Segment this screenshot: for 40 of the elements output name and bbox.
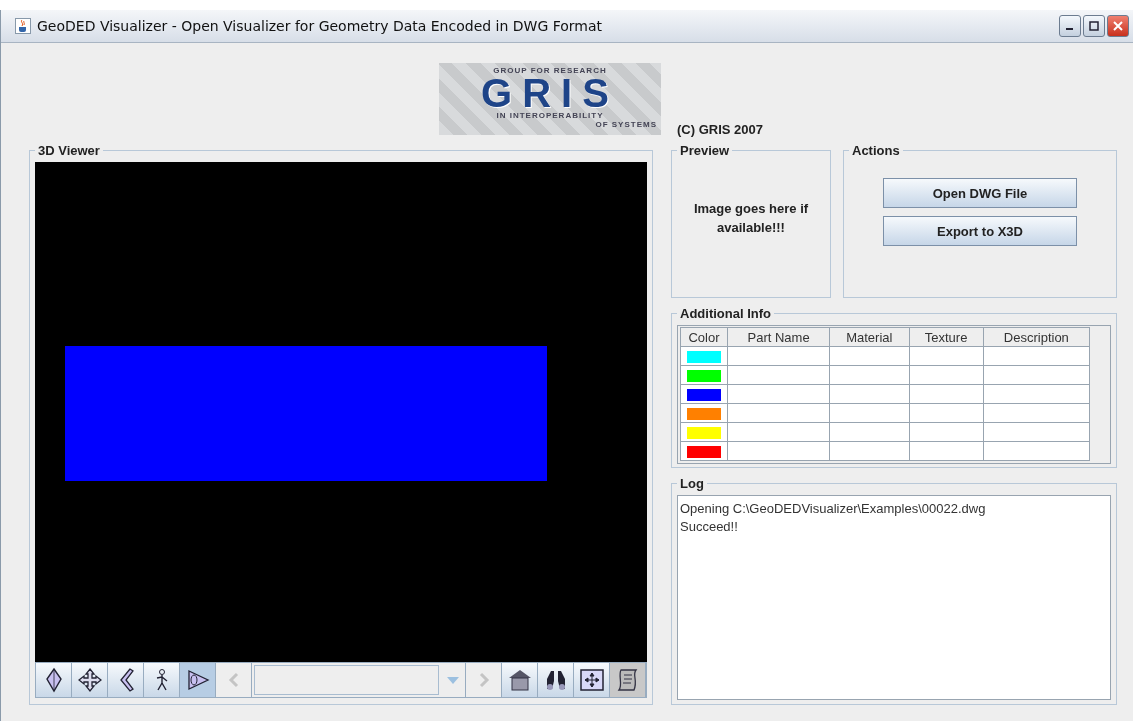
move-button[interactable] (72, 663, 108, 697)
look-button[interactable] (180, 663, 216, 697)
window-title: GeoDED Visualizer - Open Visualizer for Geometry Data Encoded in DWG Format (37, 18, 603, 34)
fit-view-icon (578, 667, 605, 693)
panel-title: Additional Info (679, 306, 772, 321)
panel-title: 3D Viewer (37, 143, 101, 158)
column-header[interactable]: Color (680, 327, 728, 347)
log-line: Opening C:\GeoDEDVisualizer\Examples\00022.dwg (680, 500, 987, 518)
log-line: Succeed!! (680, 518, 739, 536)
walk-button[interactable] (144, 663, 180, 697)
panel-title: Actions (851, 143, 901, 158)
maximize-icon (1089, 21, 1099, 31)
open-file-button[interactable]: Open DWG File (883, 178, 1077, 208)
panel-title: Log (679, 476, 705, 491)
minimize-button[interactable] (1059, 15, 1081, 37)
export-button[interactable]: Export to X3D (883, 216, 1077, 246)
chevron-right-icon (477, 672, 490, 688)
gris-logo: GROUP FOR RESEARCH GRIS IN INTEROPERABILITY OF SYSTEMS (439, 63, 661, 135)
pan-vertical-button[interactable] (36, 663, 72, 697)
home-button[interactable] (502, 663, 538, 697)
fit-view-button[interactable] (574, 663, 610, 697)
rotate-button[interactable] (108, 663, 144, 697)
column-header[interactable]: Part Name (727, 327, 830, 347)
close-icon (1113, 21, 1123, 31)
column-header[interactable]: Texture (909, 327, 984, 347)
close-button[interactable] (1107, 15, 1129, 37)
scroll-button[interactable] (610, 663, 646, 697)
preview-placeholder-text: Image goes here if available!!! (692, 199, 810, 237)
binoculars-button[interactable] (538, 663, 574, 697)
caret-icon (447, 676, 459, 684)
move-arrows-icon (77, 667, 102, 693)
coffee-cup-icon (15, 18, 31, 34)
column-header[interactable]: Description (983, 327, 1090, 347)
column-header[interactable]: Material (829, 327, 909, 347)
maximize-button[interactable] (1083, 15, 1105, 37)
minimize-icon (1066, 28, 1074, 30)
chevron-left-icon (227, 672, 240, 688)
eye-cone-icon (185, 667, 210, 693)
panel-title: Preview (679, 143, 731, 158)
copyright-text: (C) GRIS 2007 (677, 122, 763, 137)
